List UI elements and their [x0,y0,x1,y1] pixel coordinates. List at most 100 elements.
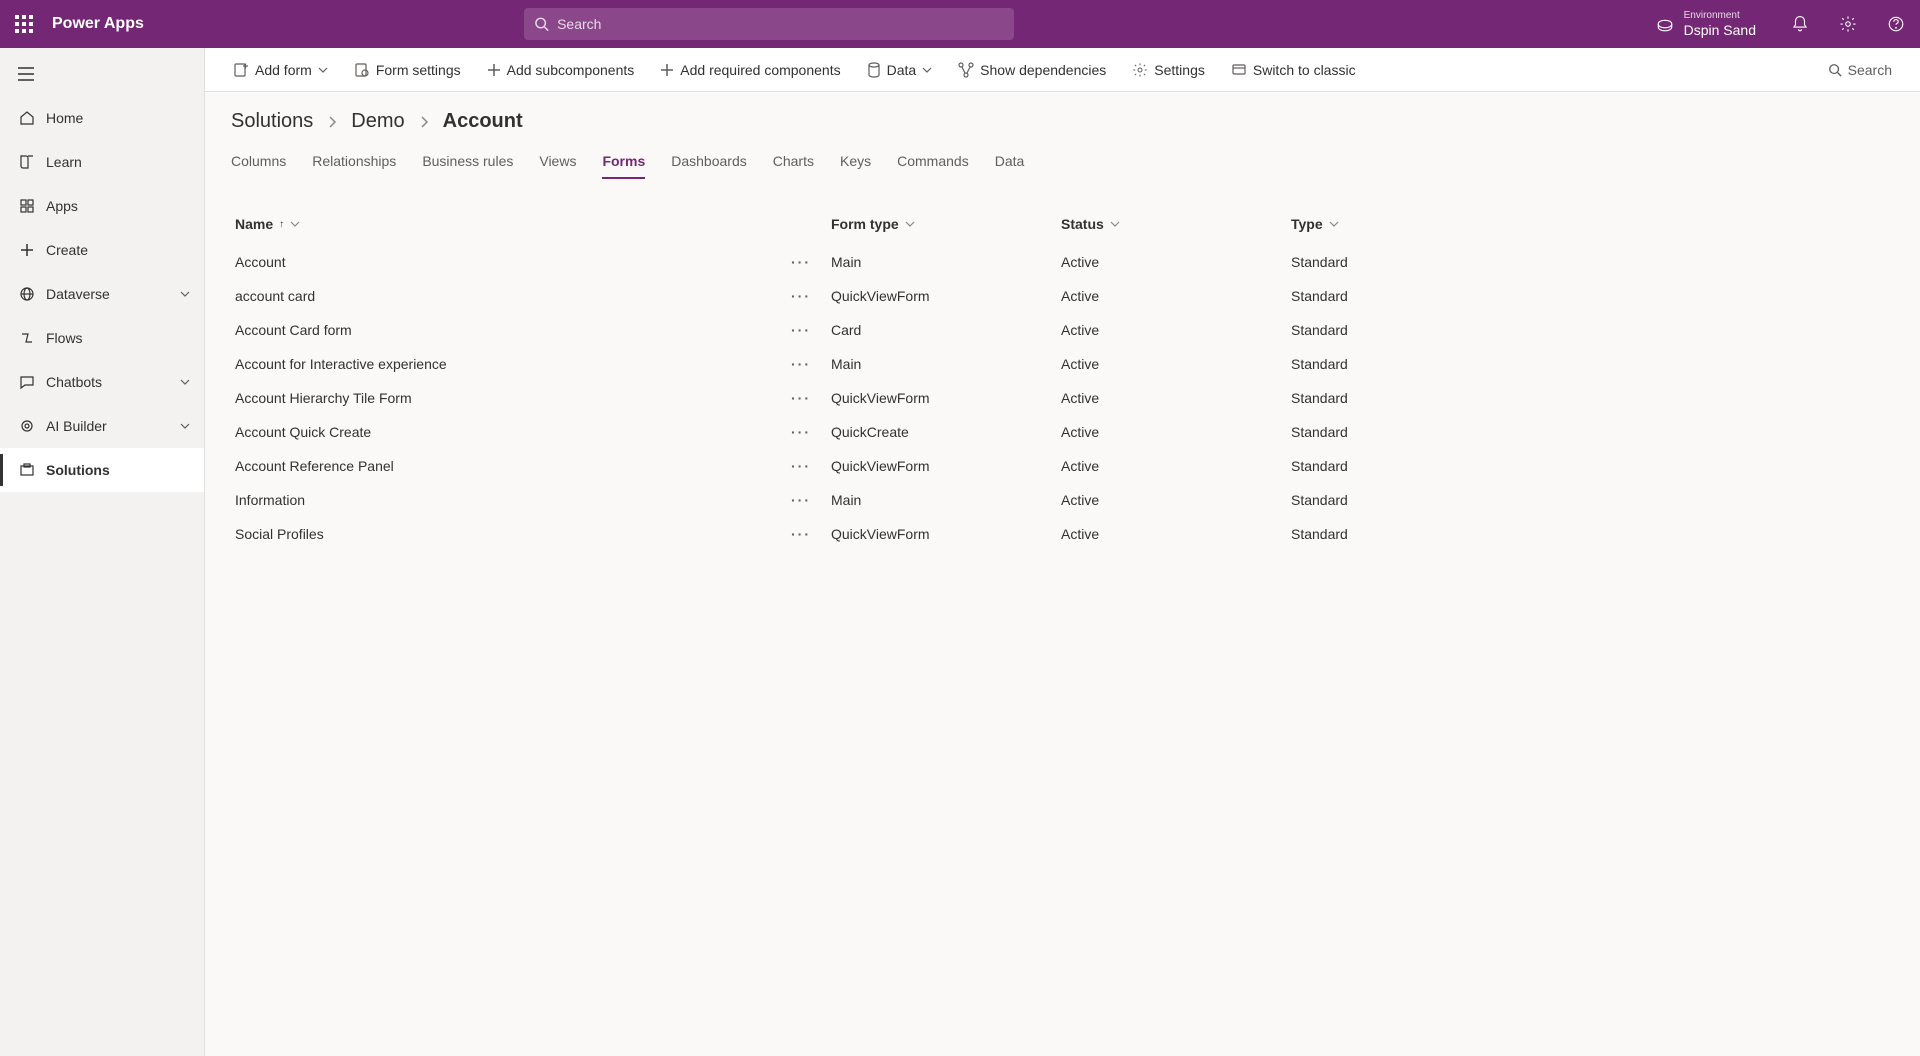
add-form-label: Add form [255,62,312,78]
app-title: Power Apps [48,15,144,33]
dependencies-icon [958,62,974,78]
row-type: Standard [1291,254,1521,270]
tab-dashboards[interactable]: Dashboards [671,147,747,179]
waffle-icon [15,15,33,33]
search-icon [1828,63,1842,77]
column-header-formtype[interactable]: Form type [831,216,1061,232]
global-search[interactable] [524,8,1014,40]
row-more-button[interactable]: ··· [791,254,811,270]
row-type: Standard [1291,356,1521,372]
column-header-type[interactable]: Type [1291,216,1521,232]
nav-item-create[interactable]: Create [0,228,204,272]
form-settings-button[interactable]: Form settings [344,52,471,88]
main-content: Add form Form settings Add subcomponents… [205,48,1920,1056]
nav-item-dataverse[interactable]: Dataverse [0,272,204,316]
row-more-button[interactable]: ··· [791,492,811,508]
tab-forms[interactable]: Forms [602,147,645,179]
table-row[interactable]: account card··· QuickViewForm Active Sta… [231,279,1894,313]
row-name: Account Hierarchy Tile Form [235,390,412,406]
table-row[interactable]: Account Quick Create··· QuickCreate Acti… [231,415,1894,449]
row-type: Standard [1291,458,1521,474]
home-icon [14,110,40,126]
chevron-down-icon [180,418,190,434]
chevron-down-icon [180,374,190,390]
row-more-button[interactable]: ··· [791,458,811,474]
table-row[interactable]: Account Hierarchy Tile Form··· QuickView… [231,381,1894,415]
form-settings-label: Form settings [376,62,461,78]
row-more-button[interactable]: ··· [791,356,811,372]
global-search-input[interactable] [557,16,1004,32]
gear-icon [1132,62,1148,78]
table-row[interactable]: Account Card form··· Card Active Standar… [231,313,1894,347]
column-header-status[interactable]: Status [1061,216,1291,232]
row-more-button[interactable]: ··· [791,526,811,542]
sort-ascending-icon: ↑ [279,219,284,230]
commandbar-search[interactable]: Search [1818,52,1902,88]
table-row[interactable]: Account for Interactive experience··· Ma… [231,347,1894,381]
waffle-button[interactable] [0,15,48,33]
column-status-label: Status [1061,216,1104,232]
settings-button-cmd[interactable]: Settings [1122,52,1215,88]
tab-columns[interactable]: Columns [231,147,286,179]
row-name: account card [235,288,315,304]
settings-button[interactable] [1824,15,1872,33]
add-required-button[interactable]: Add required components [650,52,850,88]
tab-commands[interactable]: Commands [897,147,969,179]
row-name: Information [235,492,305,508]
help-button[interactable] [1872,15,1920,33]
table-row[interactable]: Information··· Main Active Standard [231,483,1894,517]
nav-item-label: Solutions [46,462,110,478]
entity-tabs: Columns Relationships Business rules Views F… [205,141,1920,179]
nav-item-ai-builder[interactable]: AI Builder [0,404,204,448]
table-row[interactable]: Account··· Main Active Standard [231,245,1894,279]
nav-item-home[interactable]: Home [0,96,204,140]
add-form-button[interactable]: Add form [223,52,338,88]
row-more-button[interactable]: ··· [791,424,811,440]
nav-item-apps[interactable]: Apps [0,184,204,228]
environment-picker[interactable]: Environment Dspin Sand [1656,10,1756,39]
breadcrumb-current: Account [443,110,523,133]
switch-classic-button[interactable]: Switch to classic [1221,52,1366,88]
nav-item-label: Apps [46,198,78,214]
add-subcomponents-button[interactable]: Add subcomponents [477,52,645,88]
tab-data[interactable]: Data [995,147,1025,179]
row-status: Active [1061,356,1291,372]
nav-item-flows[interactable]: Flows [0,316,204,360]
tab-business-rules[interactable]: Business rules [422,147,513,179]
row-more-button[interactable]: ··· [791,288,811,304]
breadcrumb-solutions[interactable]: Solutions [231,110,313,133]
nav-item-learn[interactable]: Learn [0,140,204,184]
chat-icon [14,374,40,390]
row-status: Active [1061,288,1291,304]
tab-charts[interactable]: Charts [773,147,814,179]
table-row[interactable]: Account Reference Panel··· QuickViewForm… [231,449,1894,483]
row-more-button[interactable]: ··· [791,322,811,338]
tab-keys[interactable]: Keys [840,147,871,179]
settings-label-cmd: Settings [1154,62,1205,78]
chevron-down-icon [1329,216,1339,232]
plus-icon [14,242,40,258]
notifications-button[interactable] [1776,15,1824,33]
nav-item-solutions[interactable]: Solutions [0,448,204,492]
data-label: Data [887,62,917,78]
show-dependencies-button[interactable]: Show dependencies [948,52,1116,88]
row-status: Active [1061,254,1291,270]
nav-collapse-button[interactable] [0,52,204,96]
row-more-button[interactable]: ··· [791,390,811,406]
data-button[interactable]: Data [857,52,943,88]
nav-item-chatbots[interactable]: Chatbots [0,360,204,404]
table-row[interactable]: Social Profiles··· QuickViewForm Active … [231,517,1894,551]
column-header-name[interactable]: Name ↑ [231,216,831,232]
search-icon [534,16,549,32]
command-bar: Add form Form settings Add subcomponents… [205,48,1920,92]
tab-relationships[interactable]: Relationships [312,147,396,179]
bell-icon [1791,15,1809,33]
row-formtype: QuickViewForm [831,526,1061,542]
row-type: Standard [1291,390,1521,406]
add-required-label: Add required components [680,62,840,78]
tab-views[interactable]: Views [539,147,576,179]
show-dependencies-label: Show dependencies [980,62,1106,78]
breadcrumb-demo[interactable]: Demo [351,110,404,133]
column-formtype-label: Form type [831,216,899,232]
chevron-down-icon [1110,216,1120,232]
